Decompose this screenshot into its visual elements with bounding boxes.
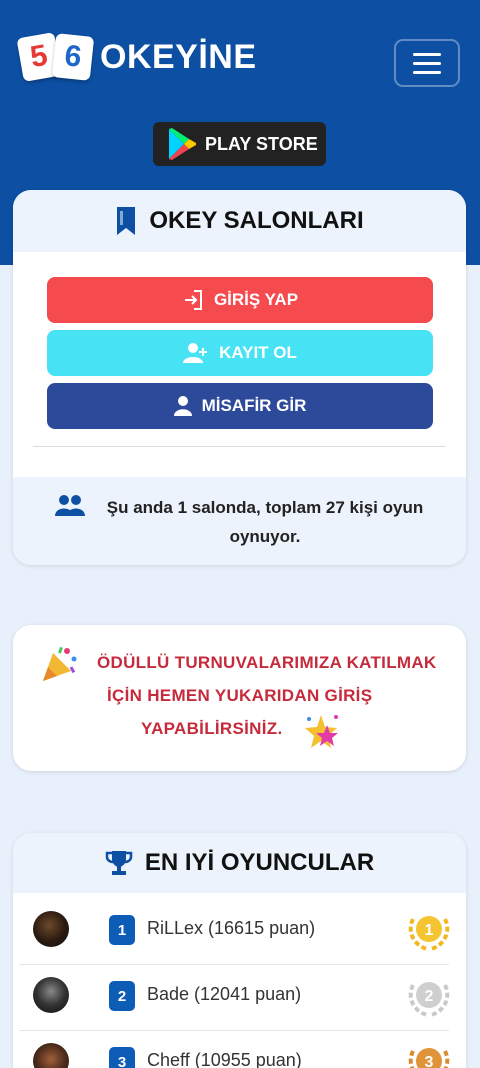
user-plus-icon [183,342,209,364]
hamburger-icon-bar [413,61,441,65]
guest-label: MİSAFİR GİR [201,396,307,415]
user-icon [173,396,192,416]
login-label: GİRİŞ YAP [213,290,299,309]
trophy-icon [105,851,133,875]
promo-line-1: ÖDÜLLÜ TURNUVALARIMIZA KATILMAK [97,653,437,672]
avatar [33,911,69,947]
rank-badge: 1 [109,915,135,945]
menu-button[interactable] [394,39,460,87]
player-name: Cheff (10955 puan) [147,1050,302,1068]
promo-line-3: YAPABİLİRSİNİZ. [141,719,283,738]
play-store-button[interactable]: PLAY STORE [153,122,326,166]
svg-text:2: 2 [425,988,434,1005]
player-row[interactable]: 3 Cheff (10955 puan) 3 [19,1031,450,1068]
google-play-icon [169,128,196,160]
tournament-promo-card: ÖDÜLLÜ TURNUVALARIMIZA KATILMAK İÇİN HEM… [13,625,466,771]
top-players-header: EN IYİ OYUNCULAR [13,833,466,893]
svg-text:3: 3 [425,1054,434,1068]
promo-line-2: İÇİN HEMEN YUKARIDAN GİRİŞ [107,686,373,705]
online-status-text: Şu anda 1 salonda, toplam 27 kişi oyun o… [106,498,424,546]
bookmark-icon [117,207,136,235]
register-button[interactable]: KAYIT OL [47,330,433,376]
player-name: Bade (12041 puan) [147,984,302,1004]
avatar [33,977,69,1013]
salons-title: OKEY SALONLARI [149,207,364,234]
logo[interactable]: 5 6 OKEYİNE [16,32,257,82]
hamburger-icon-bar [413,52,441,56]
divider [33,446,446,447]
top-players-title: EN IYİ OYUNCULAR [144,849,375,876]
player-row[interactable]: 1 RiLLex (16615 puan) 1 [19,899,450,965]
hamburger-icon-bar [413,70,441,74]
guest-button[interactable]: MİSAFİR GİR [47,383,433,429]
sign-in-icon [182,289,204,311]
party-popper-icon [41,645,79,688]
player-name: RiLLex (16615 puan) [147,918,316,938]
sparkle-stars-icon [301,711,341,756]
users-icon [55,495,85,522]
top-players-card: EN IYİ OYUNCULAR 1 RiLLex (16615 puan) 1… [13,833,466,1068]
salons-header: OKEY SALONLARI [13,190,466,252]
avatar [33,1043,69,1068]
okey-salons-card: OKEY SALONLARI GİRİŞ YAP KAYIT OL MİSAFİ… [13,190,466,565]
login-button[interactable]: GİRİŞ YAP [47,277,433,323]
silver-medal-icon: 2 [405,975,453,1024]
play-store-label: PLAY STORE [205,133,318,154]
gold-medal-icon: 1 [405,909,453,958]
logo-tile-6: 6 [51,33,95,81]
rank-badge: 2 [109,981,135,1011]
rank-badge: 3 [109,1047,135,1068]
player-row[interactable]: 2 Bade (12041 puan) 2 [19,965,450,1031]
logo-text: OKEYİNE [100,37,257,76]
svg-text:1: 1 [425,922,434,939]
register-label: KAYIT OL [219,343,297,362]
bronze-medal-icon: 3 [405,1041,453,1068]
